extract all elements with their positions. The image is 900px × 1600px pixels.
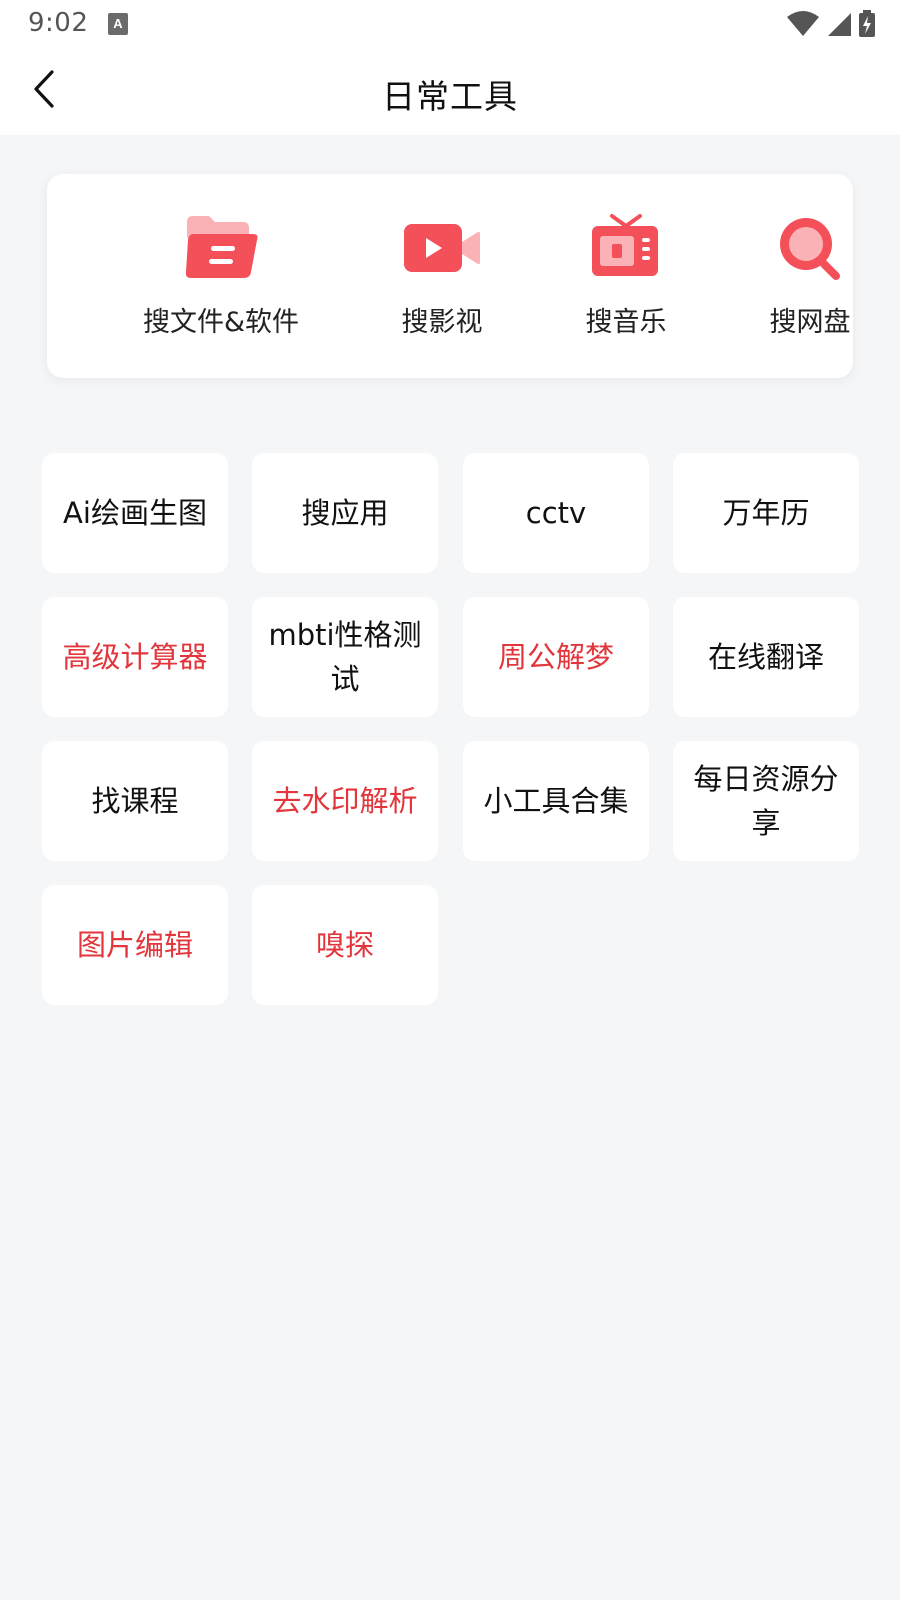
search-netdisk-label: 搜网盘 [769, 307, 851, 338]
status-bar: 9:02 A [0, 0, 900, 48]
status-right-icons [786, 10, 876, 38]
tool-find-courses[interactable]: 找课程 [42, 741, 228, 861]
tool-ai-painting[interactable]: Ai绘画生图 [42, 453, 228, 573]
tool-tools-collection[interactable]: 小工具合集 [463, 741, 649, 861]
wifi-icon [786, 11, 820, 37]
tool-label: 每日资源分享 [693, 762, 839, 840]
search-music-label: 搜音乐 [585, 307, 667, 338]
search-files-software-label: 搜文件&软件 [142, 307, 300, 338]
tool-calendar[interactable]: 万年历 [673, 453, 859, 573]
svg-text:A: A [113, 16, 123, 31]
search-video-button[interactable]: 搜影视 [342, 212, 542, 352]
cellular-signal-icon [826, 11, 852, 37]
tool-label: cctv [525, 496, 587, 530]
search-music-button[interactable]: 搜音乐 [526, 212, 726, 352]
video-camera-icon [402, 212, 482, 282]
tool-label: 搜应用 [301, 496, 389, 530]
app-header: 日常工具 [0, 48, 900, 135]
tool-label: 万年历 [722, 496, 810, 530]
page-title: 日常工具 [382, 77, 518, 116]
search-video-label: 搜影视 [401, 307, 483, 338]
tool-daily-resources[interactable]: 每日资源分享 [673, 741, 859, 861]
tool-cctv[interactable]: cctv [463, 453, 649, 573]
magnifier-icon [770, 212, 850, 282]
battery-charging-icon [858, 10, 876, 38]
tool-label: 图片编辑 [76, 928, 193, 962]
tool-label: 在线翻译 [707, 640, 824, 674]
tool-label: 去水印解析 [272, 784, 418, 818]
tv-icon [586, 212, 666, 282]
tool-image-editor[interactable]: 图片编辑 [42, 885, 228, 1005]
folder-icon [181, 212, 261, 282]
tool-dream-interpretation[interactable]: 周公解梦 [463, 597, 649, 717]
tool-watermark-removal[interactable]: 去水印解析 [252, 741, 438, 861]
tool-search-apps[interactable]: 搜应用 [252, 453, 438, 573]
search-tools-card: 搜文件&软件 搜影视 搜音乐 搜网盘 [47, 174, 853, 378]
tool-label: 周公解梦 [497, 640, 614, 674]
tool-online-translate[interactable]: 在线翻译 [673, 597, 859, 717]
tool-label: 嗅探 [315, 928, 374, 962]
status-time: 9:02 [28, 8, 89, 38]
tool-label: 找课程 [91, 784, 179, 818]
tool-advanced-calculator[interactable]: 高级计算器 [42, 597, 228, 717]
tool-label: 小工具合集 [483, 784, 629, 818]
notification-a-icon: A [108, 13, 128, 35]
search-netdisk-button[interactable]: 搜网盘 [710, 212, 900, 352]
tool-sniffer[interactable]: 嗅探 [252, 885, 438, 1005]
search-files-software-button[interactable]: 搜文件&软件 [121, 212, 321, 352]
tool-label: Ai绘画生图 [63, 496, 207, 530]
tool-mbti-test[interactable]: mbti性格测试 [252, 597, 438, 717]
tool-label: mbti性格测试 [268, 618, 422, 696]
tool-label: 高级计算器 [62, 640, 208, 674]
